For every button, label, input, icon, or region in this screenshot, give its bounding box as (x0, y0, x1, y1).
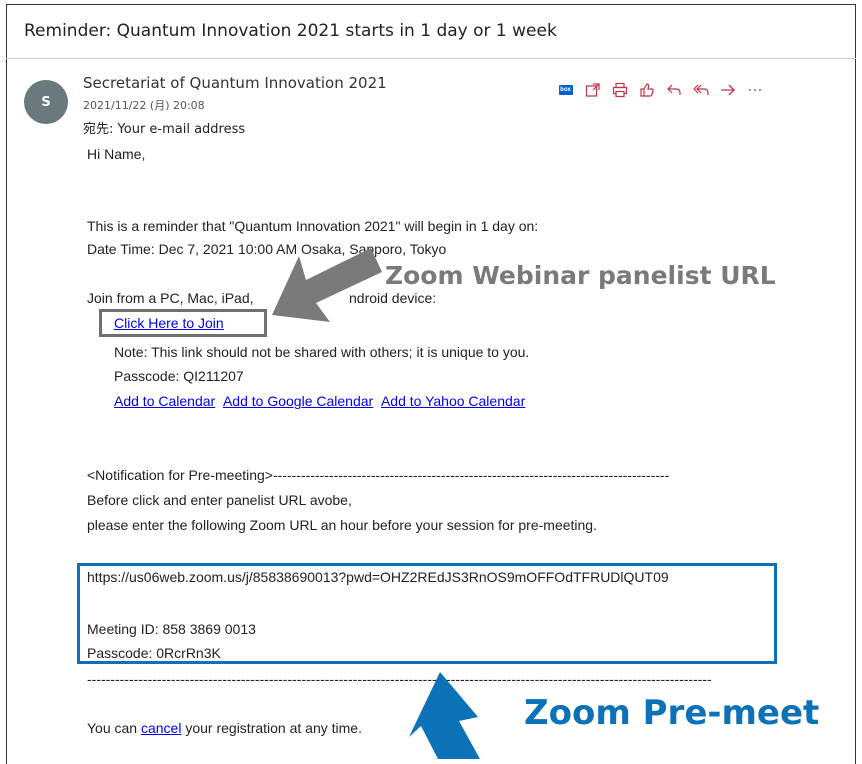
gray-arrow (272, 248, 382, 322)
annotation-arrows (272, 248, 480, 759)
panelist-url-annotation: Zoom Webinar panelist URL (385, 261, 776, 290)
pre-meeting-annotation: Zoom Pre-meet (524, 693, 820, 733)
blue-arrow (409, 672, 480, 759)
